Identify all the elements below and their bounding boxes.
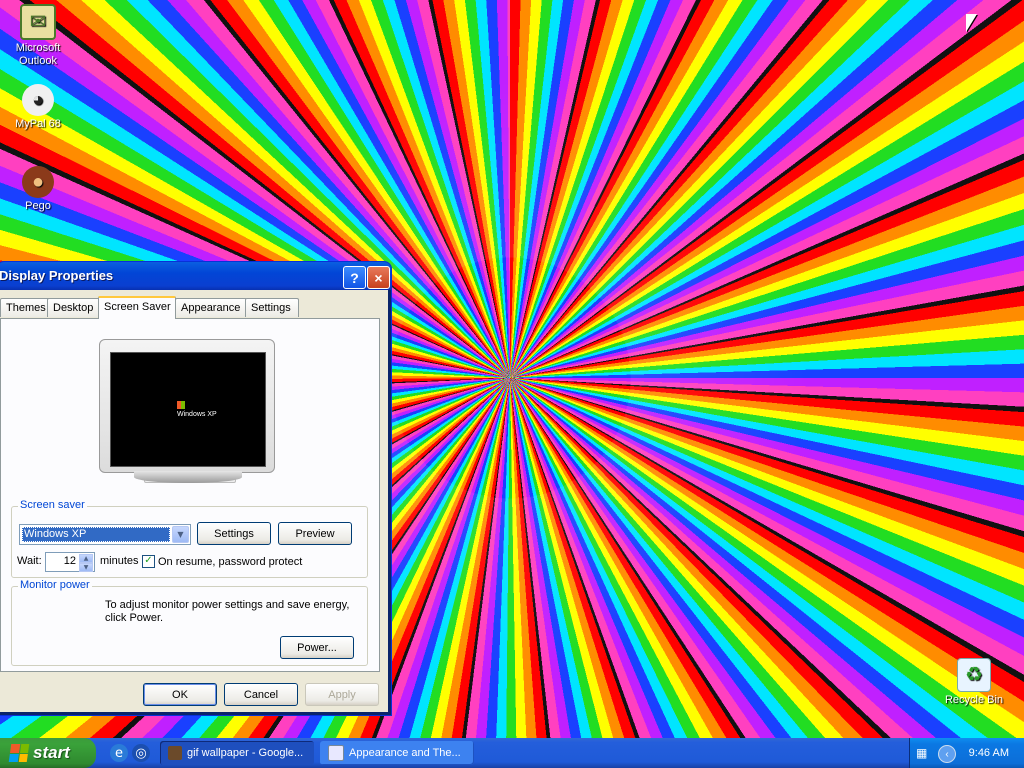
power-button[interactable]: Power... — [280, 636, 354, 659]
outlook-icon: ✉ — [20, 4, 56, 40]
monitor-power-description: To adjust monitor power settings and sav… — [105, 599, 350, 624]
screen-saver-selected-value: Windows XP — [22, 527, 170, 542]
task-label: gif wallpaper - Google... — [187, 747, 304, 759]
task-appearance-and-themes[interactable]: Appearance and The... — [320, 741, 474, 765]
monitor-stand — [134, 471, 242, 483]
close-button[interactable]: × — [367, 266, 390, 289]
cancel-button[interactable]: Cancel — [224, 683, 298, 706]
keyboard-icon[interactable]: ▦ — [916, 746, 927, 760]
spin-up-icon[interactable]: ▲ — [79, 554, 93, 563]
tab-themes[interactable]: Themes — [0, 298, 50, 317]
quick-launch-icon[interactable]: ◎ — [132, 744, 150, 762]
monitor-preview: Windows XP — [99, 339, 275, 483]
desktop-icon-mypal[interactable]: ◕ MyPal 68 — [0, 84, 76, 131]
desktop-icon-pego[interactable]: ● Pego — [0, 166, 76, 213]
start-label: start — [33, 743, 70, 762]
screen-saver-group-label: Screen saver — [18, 499, 87, 511]
tab-appearance[interactable]: Appearance — [175, 298, 247, 317]
monitor-power-group-label: Monitor power — [18, 579, 92, 591]
title-bar[interactable]: Display Properties ? × — [0, 262, 391, 290]
internet-explorer-icon[interactable]: e — [110, 744, 128, 762]
windows-logo-icon: Windows XP — [177, 401, 217, 418]
screen-saver-select[interactable]: Windows XP ▼ — [19, 524, 191, 545]
window-client: Themes Desktop Screen Saver Appearance S… — [0, 290, 388, 712]
password-protect-label[interactable]: On resume, password protect — [158, 556, 302, 568]
recycle-bin-icon: ♻ — [957, 658, 991, 692]
spin-buttons[interactable]: ▲ ▼ — [79, 554, 93, 572]
desktop-icon-outlook[interactable]: ✉ Microsoft Outlook — [0, 4, 76, 68]
help-button[interactable]: ? — [343, 266, 366, 289]
desktop-icon-recycle-bin[interactable]: ♻ Recycle Bin — [936, 658, 1012, 707]
wait-stepper[interactable]: 12 ▲ ▼ — [45, 552, 95, 572]
tab-desktop[interactable]: Desktop — [47, 298, 101, 317]
pego-icon: ● — [22, 166, 54, 198]
start-button[interactable]: start — [0, 738, 96, 768]
desktop-icon-label: MyPal 68 — [15, 118, 61, 130]
raccoon-icon: ◕ — [22, 84, 54, 116]
preview-logo-text: Windows XP — [177, 411, 217, 418]
screen-saver-panel: Windows XP Screen saver Windows XP ▼ Set… — [0, 318, 380, 672]
windows-flag-icon — [8, 744, 30, 762]
tab-settings[interactable]: Settings — [245, 298, 299, 317]
preview-screen: Windows XP — [110, 352, 266, 467]
mouse-cursor-icon — [966, 14, 977, 32]
ok-button[interactable]: OK — [143, 683, 217, 706]
clock: 9:46 AM — [968, 747, 1009, 759]
browser-icon — [168, 746, 182, 760]
taskbar: start e ◎ gif wallpaper - Google... Appe… — [0, 738, 1024, 768]
wait-value: 12 — [63, 555, 76, 567]
tab-screen-saver[interactable]: Screen Saver — [98, 296, 176, 319]
preview-button[interactable]: Preview — [278, 522, 352, 545]
spin-down-icon[interactable]: ▼ — [79, 563, 93, 572]
apply-button[interactable]: Apply — [305, 683, 379, 706]
wait-label: Wait: — [17, 555, 42, 567]
task-gif-wallpaper[interactable]: gif wallpaper - Google... — [160, 741, 314, 765]
chevron-down-icon[interactable]: ▼ — [172, 526, 189, 543]
desktop-icon-label: Pego — [25, 200, 51, 212]
window-title: Display Properties — [0, 268, 114, 283]
screen-saver-settings-button[interactable]: Settings — [197, 522, 271, 545]
minutes-label: minutes — [100, 555, 139, 567]
desktop-icon-label: Recycle Bin — [944, 694, 1004, 706]
task-label: Appearance and The... — [349, 747, 461, 759]
password-protect-checkbox[interactable]: ✓ — [142, 555, 155, 568]
control-panel-icon — [328, 745, 344, 761]
desktop-icon-label: Microsoft Outlook — [15, 42, 61, 67]
display-properties-window: Display Properties ? × Themes Desktop Sc… — [0, 261, 392, 716]
show-hidden-icons-icon[interactable]: ‹ — [938, 745, 956, 763]
system-tray: ▦ ‹ 9:46 AM — [909, 738, 1024, 768]
